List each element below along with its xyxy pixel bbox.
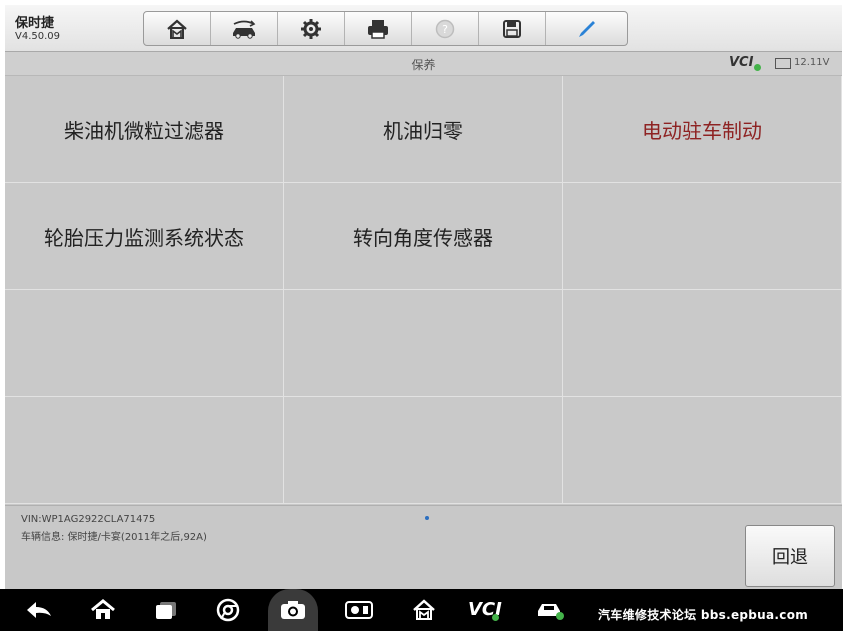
menu-cell-empty <box>284 397 563 504</box>
printer-icon <box>368 19 388 39</box>
menu-item-label: 机油归零 <box>383 118 463 143</box>
android-nav-bar: VCI 汽车维修技术论坛 bbs.epbua.com <box>0 589 843 631</box>
save-button[interactable] <box>479 12 546 45</box>
nav-vehicle-button[interactable] <box>534 597 566 623</box>
home-icon <box>91 599 115 619</box>
app-version: V4.50.09 <box>15 31 61 42</box>
chrome-icon <box>216 598 240 622</box>
vehicle-swap-icon <box>233 19 256 39</box>
nav-diagnostic-home-button[interactable] <box>410 597 438 623</box>
diagnostic-home-icon <box>413 599 435 620</box>
page-indicator <box>425 516 429 520</box>
brightness-icon <box>345 601 373 619</box>
save-icon <box>503 19 521 38</box>
battery-icon <box>775 58 791 69</box>
watermark-text: 汽车维修技术论坛 bbs.epbua.com <box>598 608 809 622</box>
home-icon <box>167 19 187 39</box>
vci-status-label: VCI <box>729 55 754 70</box>
svg-text:?: ? <box>442 23 448 36</box>
nav-home-button[interactable] <box>88 597 118 623</box>
nav-vci-connected-icon <box>492 614 499 621</box>
nav-recents-button[interactable] <box>152 597 180 623</box>
vehicle-info-text: 车辆信息: 保时捷/卡宴(2011年之后,92A) <box>21 532 207 543</box>
nav-browser-button[interactable] <box>214 597 242 623</box>
settings-button[interactable] <box>278 12 345 45</box>
menu-item-oil-reset[interactable]: 机油归零 <box>284 76 563 183</box>
nav-brightness-button[interactable] <box>344 597 374 623</box>
menu-cell-empty <box>5 290 284 397</box>
battery-voltage: 12.11V <box>794 57 830 68</box>
camera-icon <box>281 601 305 619</box>
menu-item-label: 柴油机微粒过滤器 <box>64 118 224 143</box>
pen-icon <box>578 20 595 37</box>
print-button[interactable] <box>345 12 412 45</box>
back-arrow-icon <box>27 602 51 618</box>
car-icon <box>538 604 564 620</box>
menu-item-epb[interactable]: 电动驻车制动 <box>563 76 842 183</box>
help-button[interactable]: ? <box>412 12 479 45</box>
menu-item-dpf[interactable]: 柴油机微粒过滤器 <box>5 76 284 183</box>
page-title: 保养 <box>411 58 436 72</box>
gear-icon <box>301 18 321 39</box>
nav-back-button[interactable] <box>24 597 54 623</box>
vin-text: VIN:WP1AG2922CLA71475 <box>21 514 156 525</box>
menu-item-steering-angle[interactable]: 转向角度传感器 <box>284 183 563 290</box>
edit-button[interactable] <box>546 12 627 45</box>
menu-cell-empty <box>563 397 842 504</box>
help-icon: ? <box>435 19 455 38</box>
nav-camera-button[interactable] <box>268 589 318 631</box>
recent-apps-icon <box>156 602 176 619</box>
menu-cell-empty <box>5 397 284 504</box>
home-button[interactable] <box>144 12 211 45</box>
function-grid: 柴油机微粒过滤器 机油归零 电动驻车制动 轮胎压力监测系统状态 转向角度传感器 <box>5 76 842 504</box>
menu-cell-empty <box>284 290 563 397</box>
toolbar: ? <box>143 11 628 46</box>
menu-item-label: 轮胎压力监测系统状态 <box>44 225 244 250</box>
menu-cell-empty <box>563 290 842 397</box>
menu-cell-empty <box>563 183 842 290</box>
menu-item-label: 转向角度传感器 <box>353 225 493 250</box>
vehicle-info-bar: VIN:WP1AG2922CLA71475 车辆信息: 保时捷/卡宴(2011年… <box>5 505 842 589</box>
sub-header: 保养 VCI 12.11V <box>5 52 842 76</box>
top-bar: 保时捷 V4.50.09 ? <box>5 5 842 52</box>
app-window: 保时捷 V4.50.09 ? 保养 VCI 12.11V 柴油机微粒过滤器 机油… <box>5 5 842 589</box>
menu-item-label: 电动驻车制动 <box>642 118 762 143</box>
menu-item-tpms[interactable]: 轮胎压力监测系统状态 <box>5 183 284 290</box>
vci-connected-icon <box>754 64 761 71</box>
app-title: 保时捷 <box>15 16 55 31</box>
vehicle-swap-button[interactable] <box>211 12 278 45</box>
back-button[interactable]: 回退 <box>745 525 835 587</box>
